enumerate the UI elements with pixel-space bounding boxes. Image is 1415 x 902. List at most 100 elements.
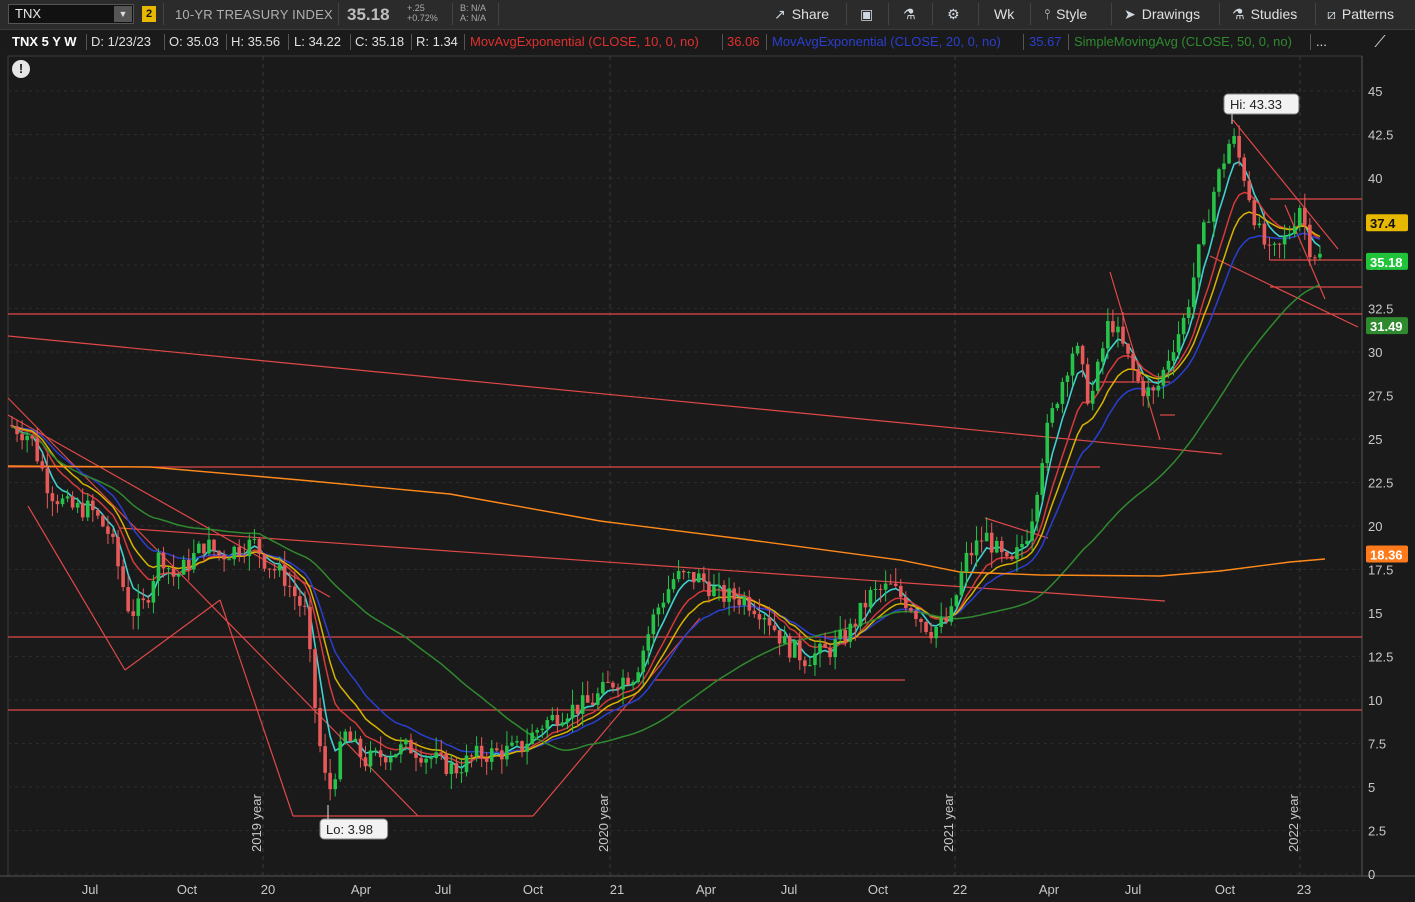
price-axis: 4542.54037.53532.53027.52522.52017.51512…	[1368, 84, 1393, 882]
candle-body	[368, 750, 373, 767]
candle-body	[444, 753, 449, 775]
candle-body	[798, 640, 802, 661]
candle-body	[242, 555, 247, 557]
yellow-ma-line	[11, 211, 1321, 761]
candle-body	[313, 649, 317, 708]
callout-text: Hi: 43.33	[1230, 97, 1282, 112]
candle-body	[1318, 253, 1322, 258]
candle-body	[883, 583, 888, 590]
candle-body	[287, 585, 292, 587]
candle-body	[1196, 244, 1201, 278]
candle-body	[671, 579, 676, 590]
candle-body	[469, 755, 474, 757]
candle-body	[858, 602, 863, 627]
candle-body	[727, 588, 731, 602]
candle-body	[535, 730, 539, 733]
candle-body	[1237, 135, 1241, 158]
candle-body	[974, 540, 979, 556]
candle-body	[1050, 408, 1055, 423]
candle-body	[1070, 353, 1075, 376]
candle-body	[1247, 180, 1252, 201]
candle-body	[454, 763, 459, 774]
candle-body	[60, 498, 65, 505]
x-tick-label: Apr	[1039, 882, 1060, 897]
trendline	[219, 599, 294, 817]
candle-body	[227, 559, 231, 561]
candle-body	[394, 754, 398, 758]
candle-body	[1232, 135, 1236, 144]
price-tag-text: 35.18	[1370, 255, 1403, 270]
y-tick-label: 25	[1368, 432, 1382, 447]
y-tick-label: 32.5	[1368, 302, 1393, 317]
candle-body	[641, 650, 646, 673]
candle-body	[530, 732, 534, 744]
x-tick-label: Jul	[1125, 882, 1142, 897]
candle-body	[510, 742, 514, 746]
candle-body	[909, 608, 913, 611]
candle-body	[101, 515, 105, 527]
candle-body	[328, 772, 332, 790]
candle-body	[550, 715, 555, 721]
candle-body	[979, 540, 984, 542]
candle-body	[636, 672, 640, 683]
candle-body	[439, 752, 444, 754]
candle-body	[712, 586, 716, 597]
candle-body	[414, 753, 418, 758]
candle-body	[777, 630, 782, 644]
candle-body	[186, 559, 191, 570]
candle-body	[1186, 307, 1191, 318]
candle-body	[277, 565, 282, 571]
candle-body	[681, 570, 686, 573]
candle-body	[489, 748, 494, 762]
candle-body	[65, 496, 70, 499]
year-label: 2022 year	[1286, 794, 1301, 852]
candle-body	[580, 695, 585, 714]
price-tag-text: 37.4	[1370, 216, 1396, 231]
candle-body	[969, 552, 974, 556]
candle-body	[303, 605, 307, 607]
candle-body	[686, 572, 691, 574]
candle-body	[1136, 369, 1140, 382]
candle-body	[338, 741, 343, 780]
candle-body	[1101, 348, 1105, 362]
candle-body	[848, 623, 853, 642]
candle-body	[222, 555, 226, 560]
candle-body	[146, 600, 151, 603]
info-icon[interactable]: !	[12, 60, 30, 78]
candle-body	[212, 539, 216, 551]
candle-body	[323, 746, 327, 773]
candle-body	[171, 568, 176, 577]
candle-body	[10, 425, 14, 427]
y-tick-label: 10	[1368, 693, 1382, 708]
trendline	[27, 505, 126, 671]
candle-body	[1303, 207, 1307, 225]
x-tick-label: Jul	[82, 882, 99, 897]
candle-body	[611, 682, 615, 688]
candle-body	[868, 589, 873, 608]
candle-body	[237, 546, 242, 556]
candle-body	[520, 741, 524, 752]
candle-body	[434, 752, 438, 759]
candle-body	[737, 599, 741, 606]
candle-body	[207, 539, 211, 554]
candle-body	[762, 617, 767, 620]
price-chart[interactable]: 2019 year 2020 year 2021 year 2022 year 45 4…	[0, 0, 1415, 902]
candle-body	[217, 550, 221, 556]
candle-body	[358, 738, 363, 758]
candle-body	[343, 731, 348, 742]
candle-body	[96, 510, 100, 516]
candle-body	[803, 660, 807, 667]
candle-body	[893, 583, 898, 586]
candlestick-series	[10, 125, 1322, 801]
candle-body	[575, 704, 580, 714]
x-tick-label: 20	[261, 882, 275, 897]
candle-body	[1202, 222, 1206, 245]
candle-body	[131, 611, 135, 616]
candle-body	[1106, 321, 1110, 349]
candle-body	[30, 435, 34, 439]
candle-body	[267, 568, 272, 570]
candle-body	[1176, 334, 1181, 353]
candle-body	[459, 772, 464, 774]
y-tick-label: 27.5	[1368, 389, 1393, 404]
candle-body	[495, 748, 499, 751]
